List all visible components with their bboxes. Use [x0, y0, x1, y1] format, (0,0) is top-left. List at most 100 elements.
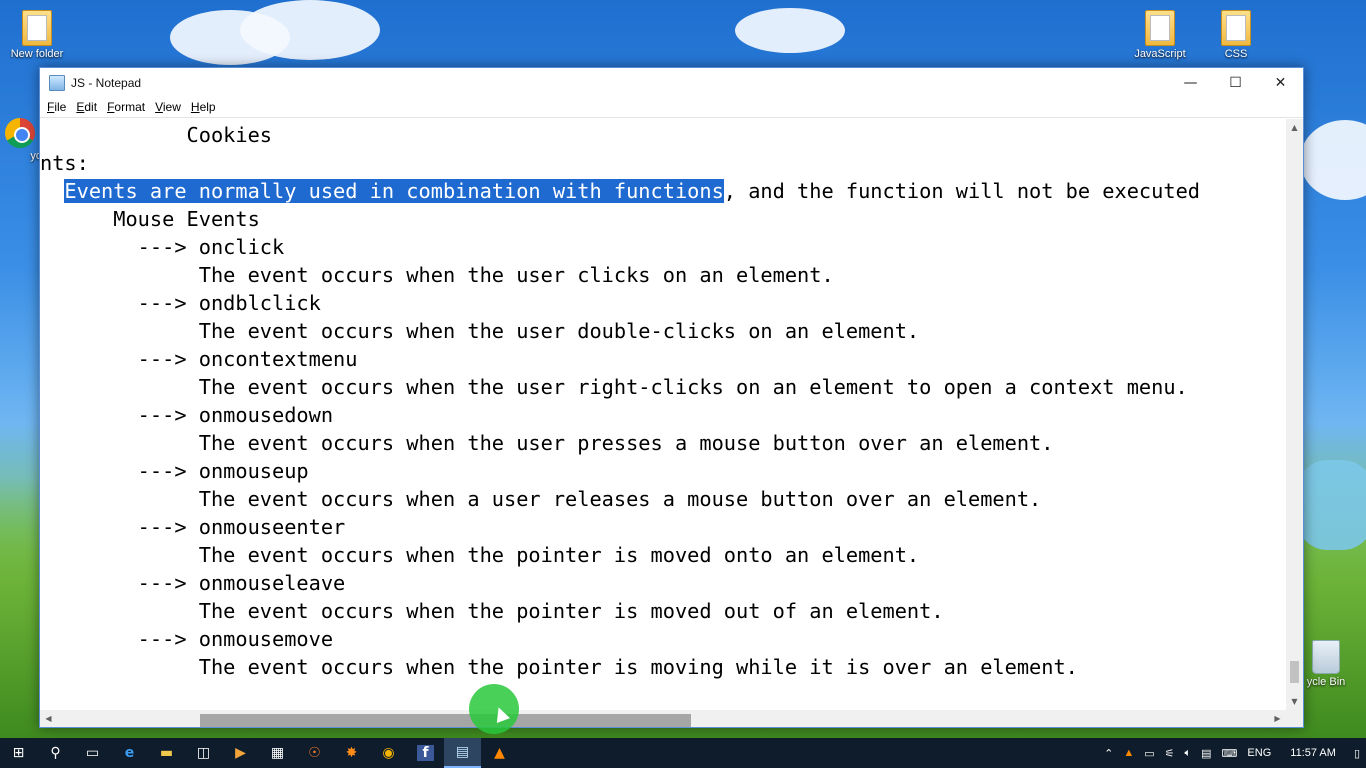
edge-icon: e [124, 745, 135, 761]
chevron-up-icon[interactable]: ⌃ [1099, 747, 1118, 760]
chrome-icon [5, 118, 35, 148]
taskbar-store[interactable]: ◫ [185, 738, 222, 768]
text-line: The event occurs when the user double-cl… [40, 319, 920, 343]
taskbar-edge[interactable]: e [111, 738, 148, 768]
window-controls: — ☐ ✕ [1168, 68, 1303, 97]
desktop-icon-chrome[interactable]: yo [0, 118, 42, 162]
menu-help[interactable]: Help [186, 100, 221, 114]
search-button[interactable]: ⚲ [37, 738, 74, 768]
scroll-up-icon[interactable]: ▲ [1286, 119, 1303, 136]
text-line: Cookies [40, 123, 272, 147]
close-button[interactable]: ✕ [1258, 68, 1303, 97]
text-line: ---> onmouseup [40, 459, 309, 483]
desktop-icon-recycle-bin[interactable]: ycle Bin [1296, 640, 1356, 688]
text-line: The event occurs when the pointer is mov… [40, 599, 944, 623]
text-line: ---> oncontextmenu [40, 347, 358, 371]
notification-icon[interactable]: ▤ [1196, 747, 1216, 760]
media-player-icon: ▶ [235, 745, 246, 761]
title-bar[interactable]: JS - Notepad — ☐ ✕ [40, 68, 1303, 97]
taskbar-facebook[interactable]: f [407, 738, 444, 768]
text-line: The event occurs when the user right-cli… [40, 375, 1188, 399]
start-button[interactable]: ⊞ [0, 738, 37, 768]
text-line: The event occurs when the user presses a… [40, 431, 1054, 455]
menu-view-label: iew [162, 100, 181, 114]
text-line-selected: Events are normally used in combination … [40, 177, 1200, 205]
notepad-icon [49, 74, 65, 91]
folder-icon [1145, 10, 1175, 46]
task-view-button[interactable]: ▭ [74, 738, 111, 768]
search-icon: ⚲ [50, 745, 61, 761]
desktop-icon-javascript[interactable]: JavaScript [1128, 10, 1192, 60]
taskbar-media-player[interactable]: ▶ [222, 738, 259, 768]
volume-icon[interactable]: 🔈︎ [1180, 747, 1197, 760]
folder-icon [22, 10, 52, 46]
taskbar-chrome[interactable]: ◉ [370, 738, 407, 768]
store-icon: ◫ [196, 745, 211, 761]
file-explorer-icon: ▬ [159, 745, 174, 761]
minimize-button[interactable]: — [1168, 68, 1213, 97]
taskbar-video-editor[interactable]: ▦ [259, 738, 296, 768]
menu-bar: File Edit Format View Help [40, 97, 1303, 118]
text-line: ---> onclick [40, 235, 285, 259]
taskbar-file-explorer[interactable]: ▬ [148, 738, 185, 768]
menu-edit[interactable]: Edit [71, 100, 102, 114]
text-line: ---> onmousemove [40, 627, 334, 651]
text-line: The event occurs when the pointer is mov… [40, 543, 920, 567]
lake [1295, 460, 1366, 550]
video-editor-icon: ▦ [270, 745, 285, 761]
menu-view[interactable]: View [150, 100, 186, 114]
start-icon: ⊞ [12, 745, 25, 761]
battery-icon[interactable]: ▭ [1139, 747, 1159, 760]
taskbar-notepad[interactable]: ▤ [444, 738, 481, 768]
text-line: ---> ondblclick [40, 291, 321, 315]
chrome-icon: ◉ [382, 745, 395, 761]
vertical-scroll-thumb[interactable] [1290, 661, 1299, 683]
desktop-icon-css[interactable]: CSS [1204, 10, 1268, 60]
taskbar-vlc[interactable]: ▲ [481, 738, 518, 768]
menu-help-label: elp [199, 100, 216, 114]
network-icon[interactable]: ⚟ [1160, 747, 1180, 760]
text-line: ---> onmousedown [40, 403, 334, 427]
desktop-icon-label: yo [30, 150, 42, 162]
desktop-icon-new-folder[interactable]: New folder [5, 10, 69, 60]
minimize-icon: — [1183, 74, 1198, 91]
text-line: ---> onmouseleave [40, 571, 346, 595]
maximize-icon: ☐ [1229, 74, 1242, 91]
text-selection: Events are normally used in combination … [64, 179, 724, 203]
cloud [1300, 120, 1366, 200]
menu-edit-label: dit [84, 100, 98, 114]
task-view-icon: ▭ [85, 745, 100, 761]
horizontal-scroll-thumb[interactable] [200, 714, 691, 727]
line-prefix [40, 179, 64, 203]
desktop-icon-label: ycle Bin [1306, 676, 1346, 688]
scroll-right-icon[interactable]: ▶ [1269, 710, 1286, 727]
text-line: The event occurs when the user clicks on… [40, 263, 834, 287]
keyboard-icon[interactable]: ⌨ [1217, 747, 1243, 760]
recycle-bin-icon [1312, 640, 1340, 674]
cloud [240, 0, 380, 60]
text-editor[interactable]: Cookies nts: Events are normally used in… [40, 119, 1286, 710]
menu-format[interactable]: Format [102, 100, 150, 114]
scroll-left-icon[interactable]: ◀ [40, 710, 57, 727]
facebook-icon: f [417, 745, 434, 761]
scrollbar-corner [1286, 710, 1303, 727]
taskbar-firefox[interactable]: ☉ [296, 738, 333, 768]
notepad-window: JS - Notepad — ☐ ✕ File Edit Format View… [39, 67, 1304, 728]
taskbar-spark[interactable]: ✸ [333, 738, 370, 768]
vertical-scrollbar[interactable]: ▲ ▼ [1286, 119, 1303, 710]
desktop-icon-label: CSS [1224, 48, 1248, 60]
action-center-icon[interactable]: ▯ [1348, 747, 1366, 760]
vlc-tray-icon[interactable]: ▲ [1118, 747, 1139, 759]
menu-file-label: ile [54, 100, 67, 114]
horizontal-scrollbar[interactable]: ◀ ▶ [40, 710, 1286, 727]
scroll-down-icon[interactable]: ▼ [1286, 693, 1303, 710]
language-indicator[interactable]: ENG [1242, 747, 1276, 759]
text-line: The event occurs when the pointer is mov… [40, 655, 1078, 679]
notepad-icon: ▤ [455, 744, 470, 760]
maximize-button[interactable]: ☐ [1213, 68, 1258, 97]
text-line: ---> onmouseenter [40, 515, 346, 539]
menu-file[interactable]: File [42, 100, 71, 114]
spark-icon: ✸ [345, 745, 358, 761]
clock[interactable]: 11:57 AM [1276, 747, 1348, 759]
text-line: Mouse Events [40, 207, 260, 231]
